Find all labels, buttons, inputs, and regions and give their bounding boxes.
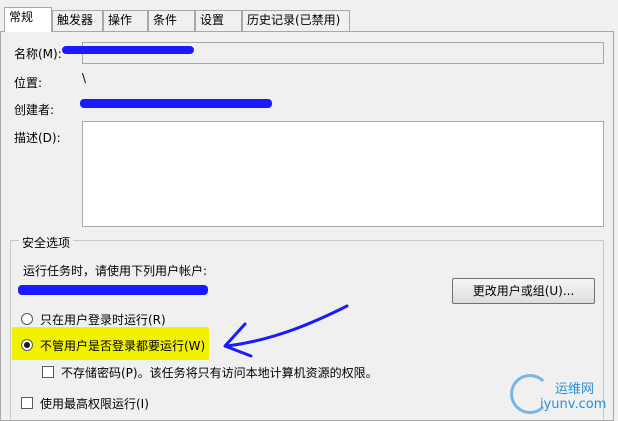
tab-triggers[interactable]: 触发器 <box>52 10 103 31</box>
tab-settings-label: 设置 <box>200 13 225 27</box>
do-not-store-password-label: 不存储密码(P)。该任务将只有访问本地计算机资源的权限。 <box>61 366 378 380</box>
run-as-prompt: 运行任务时，请使用下列用户帐户: <box>23 264 208 278</box>
arrow-head <box>223 322 253 358</box>
tab-general[interactable]: 常规 <box>4 7 52 32</box>
change-user-button-label: 更改用户或组(U)... <box>472 284 575 298</box>
location-label: 位置: <box>14 76 43 90</box>
description-textarea[interactable] <box>82 121 604 227</box>
security-options-title: 安全选项 <box>19 234 74 251</box>
radio-logged-on-label: 只在用户登录时运行(R) <box>40 313 166 327</box>
name-label: 名称(M): <box>14 47 62 61</box>
radio-whether-logged-on-label: 不管用户是否登录都要运行(W) <box>40 339 206 353</box>
tab-actions[interactable]: 操作 <box>103 10 148 31</box>
tab-triggers-label: 触发器 <box>57 13 94 27</box>
radio-selected-dot <box>24 342 30 348</box>
change-user-button[interactable]: 更改用户或组(U)... <box>452 278 595 304</box>
tab-history[interactable]: 历史记录(已禁用) <box>242 10 350 31</box>
tab-general-label: 常规 <box>9 10 34 24</box>
highest-privileges-label: 使用最高权限运行(I) <box>40 397 149 411</box>
location-value: \ <box>82 71 87 85</box>
tab-conditions-label: 条件 <box>153 13 178 27</box>
watermark-url: iyunv.com <box>540 397 607 412</box>
highest-privileges-checkbox[interactable] <box>21 397 33 409</box>
redaction-scribble <box>62 46 194 54</box>
description-label: 描述(D): <box>14 131 61 145</box>
radio-whether-logged-on[interactable] <box>21 339 33 351</box>
redaction-scribble <box>18 285 208 295</box>
tab-history-label: 历史记录(已禁用) <box>247 13 341 27</box>
annotation-arrow <box>223 304 349 358</box>
tab-actions-label: 操作 <box>108 13 133 27</box>
radio-logged-on[interactable] <box>21 313 33 325</box>
redaction-scribble <box>80 99 272 108</box>
tab-settings[interactable]: 设置 <box>195 10 242 31</box>
tab-conditions[interactable]: 条件 <box>148 10 195 31</box>
do-not-store-password-checkbox[interactable] <box>42 366 54 378</box>
watermark-cn: 运维网 <box>555 382 595 397</box>
author-label: 创建者: <box>14 103 55 117</box>
